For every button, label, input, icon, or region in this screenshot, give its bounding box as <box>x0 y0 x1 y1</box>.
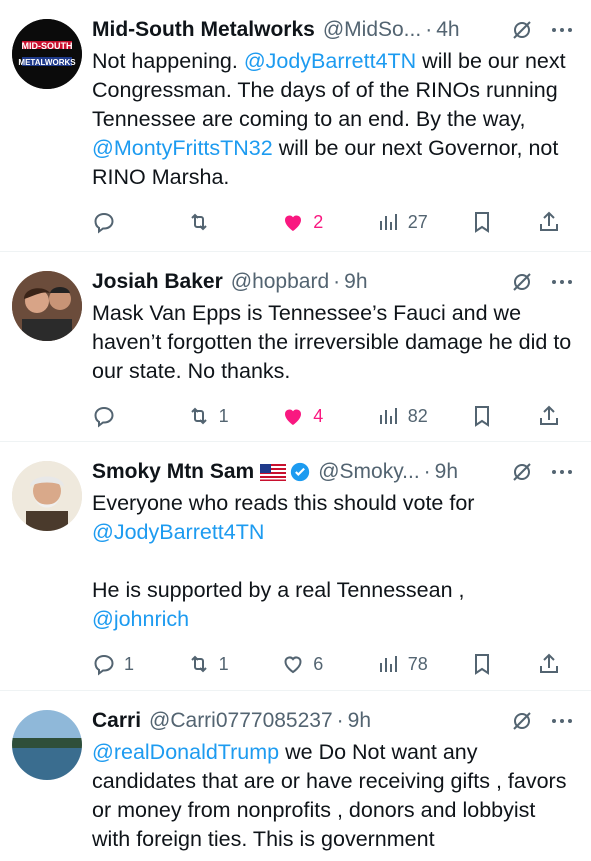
reply-icon <box>94 406 114 428</box>
bookmark-button[interactable] <box>470 404 502 428</box>
separator-dot: · <box>423 460 431 483</box>
user-handle[interactable]: @Carri0777085237 <box>149 709 333 733</box>
svg-text:METALWORKS: METALWORKS <box>18 58 76 67</box>
like-button[interactable]: 2 <box>281 210 341 234</box>
separator-dot: · <box>336 709 344 732</box>
separator-dot: · <box>333 270 341 293</box>
view-count: 82 <box>407 405 428 426</box>
tweet-text: Mask Van Epps is Tennessee’s Fauci and w… <box>92 299 577 386</box>
share-icon <box>539 653 558 673</box>
bookmark-button[interactable] <box>470 652 502 676</box>
views-button[interactable]: 82 <box>376 404 436 428</box>
like-button[interactable]: 4 <box>281 404 341 428</box>
share-icon <box>539 405 558 425</box>
tweet-text: @realDonaldTrump we Do Not want any cand… <box>92 738 577 854</box>
heart-filled-icon <box>285 409 302 425</box>
mention-link[interactable]: @JodyBarrett4TN <box>244 49 416 73</box>
lake-photo-icon <box>12 710 82 780</box>
bookmark-button[interactable] <box>470 210 502 234</box>
text-segment: Not happening. <box>92 49 244 73</box>
bookmark-icon <box>475 406 490 427</box>
grok-icon[interactable] <box>507 15 537 45</box>
bookmark-icon <box>475 212 490 233</box>
user-photo-icon <box>12 271 82 341</box>
reply-button[interactable]: 1 <box>92 652 152 676</box>
more-options-icon[interactable] <box>547 457 577 487</box>
share-icon <box>539 211 558 231</box>
display-name[interactable]: Mid-South Metalworks <box>92 18 315 42</box>
timestamp[interactable]: 9h <box>348 709 371 733</box>
text-segment: Everyone who reads this should vote for <box>92 491 481 515</box>
user-handle[interactable]: @MidSo... <box>323 18 421 42</box>
display-name[interactable]: Josiah Baker <box>92 270 223 294</box>
tweet[interactable]: MID-SOUTH METALWORKS Mid-South Metalwork… <box>0 0 591 252</box>
text-segment: He is supported by a real Tennessean , <box>92 578 465 602</box>
retweet-button[interactable]: 1 <box>187 404 247 428</box>
views-chart-icon <box>379 408 397 424</box>
mention-link[interactable]: @johnrich <box>92 607 189 631</box>
like-count: 2 <box>313 211 324 232</box>
like-button[interactable]: 6 <box>281 652 341 676</box>
heart-outline-icon <box>284 656 302 674</box>
share-button[interactable] <box>537 404 569 428</box>
reply-button[interactable] <box>92 404 152 428</box>
avatar[interactable] <box>12 710 82 780</box>
us-flag-icon <box>260 463 287 481</box>
reply-count: 1 <box>124 653 135 674</box>
retweet-button[interactable]: 1 <box>187 652 247 676</box>
retweet-icon <box>190 213 207 231</box>
bookmark-icon <box>475 654 490 675</box>
timestamp[interactable]: 9h <box>435 460 458 484</box>
more-options-icon[interactable] <box>547 15 577 45</box>
reply-button[interactable] <box>92 210 152 234</box>
views-button[interactable]: 27 <box>376 210 436 234</box>
retweet-count: 1 <box>218 405 229 426</box>
grok-icon[interactable] <box>507 457 537 487</box>
grok-icon[interactable] <box>507 267 537 297</box>
text-segment: Mask Van Epps is Tennessee’s Fauci and w… <box>92 301 578 383</box>
timestamp[interactable]: 9h <box>344 270 367 294</box>
tweet[interactable]: Carri @Carri0777085237 · 9h @realDonaldT… <box>0 691 591 861</box>
verified-badge-icon[interactable] <box>290 462 310 482</box>
timestamp[interactable]: 4h <box>436 18 459 42</box>
view-count: 27 <box>407 211 428 232</box>
reply-icon <box>94 654 114 676</box>
user-handle[interactable]: @hopbard <box>231 270 329 294</box>
more-options-icon[interactable] <box>547 706 577 736</box>
avatar[interactable]: MID-SOUTH METALWORKS <box>12 19 82 89</box>
like-count: 4 <box>313 405 324 426</box>
separator-dot: · <box>425 18 433 41</box>
share-button[interactable] <box>537 652 569 676</box>
mention-link[interactable]: @JodyBarrett4TN <box>92 520 264 544</box>
avatar[interactable] <box>12 271 82 341</box>
display-name[interactable]: Smoky Mtn Sam <box>92 460 254 484</box>
like-count: 6 <box>313 653 324 674</box>
views-button[interactable]: 78 <box>376 652 436 676</box>
share-button[interactable] <box>537 210 569 234</box>
user-handle[interactable]: @Smoky... <box>318 460 419 484</box>
avatar[interactable] <box>12 461 82 531</box>
tweet-text: Not happening. @JodyBarrett4TN will be o… <box>92 47 577 192</box>
svg-text:MID-SOUTH: MID-SOUTH <box>22 41 73 51</box>
retweet-count: 1 <box>218 653 229 674</box>
display-name[interactable]: Carri <box>92 709 141 733</box>
retweet-button[interactable] <box>187 210 247 234</box>
retweet-icon <box>190 655 207 673</box>
retweet-icon <box>190 407 207 425</box>
view-count: 78 <box>407 653 428 674</box>
grok-icon[interactable] <box>507 706 537 736</box>
mention-link[interactable]: @realDonaldTrump <box>92 740 279 764</box>
tweet[interactable]: Josiah Baker @hopbard · 9h Mask Van Epps… <box>0 252 591 442</box>
mention-link[interactable]: @MontyFrittsTN32 <box>92 136 273 160</box>
tweet[interactable]: Smoky Mtn Sam @Smoky... · 9h Everyone wh… <box>0 442 591 691</box>
tweet-text: Everyone who reads this should vote for … <box>92 489 577 634</box>
metalworks-logo-icon: MID-SOUTH METALWORKS <box>12 19 82 89</box>
more-options-icon[interactable] <box>547 267 577 297</box>
heart-filled-icon <box>285 215 302 231</box>
views-chart-icon <box>379 214 397 230</box>
user-illustration-icon <box>12 461 82 531</box>
reply-icon <box>94 212 114 234</box>
views-chart-icon <box>379 656 397 672</box>
